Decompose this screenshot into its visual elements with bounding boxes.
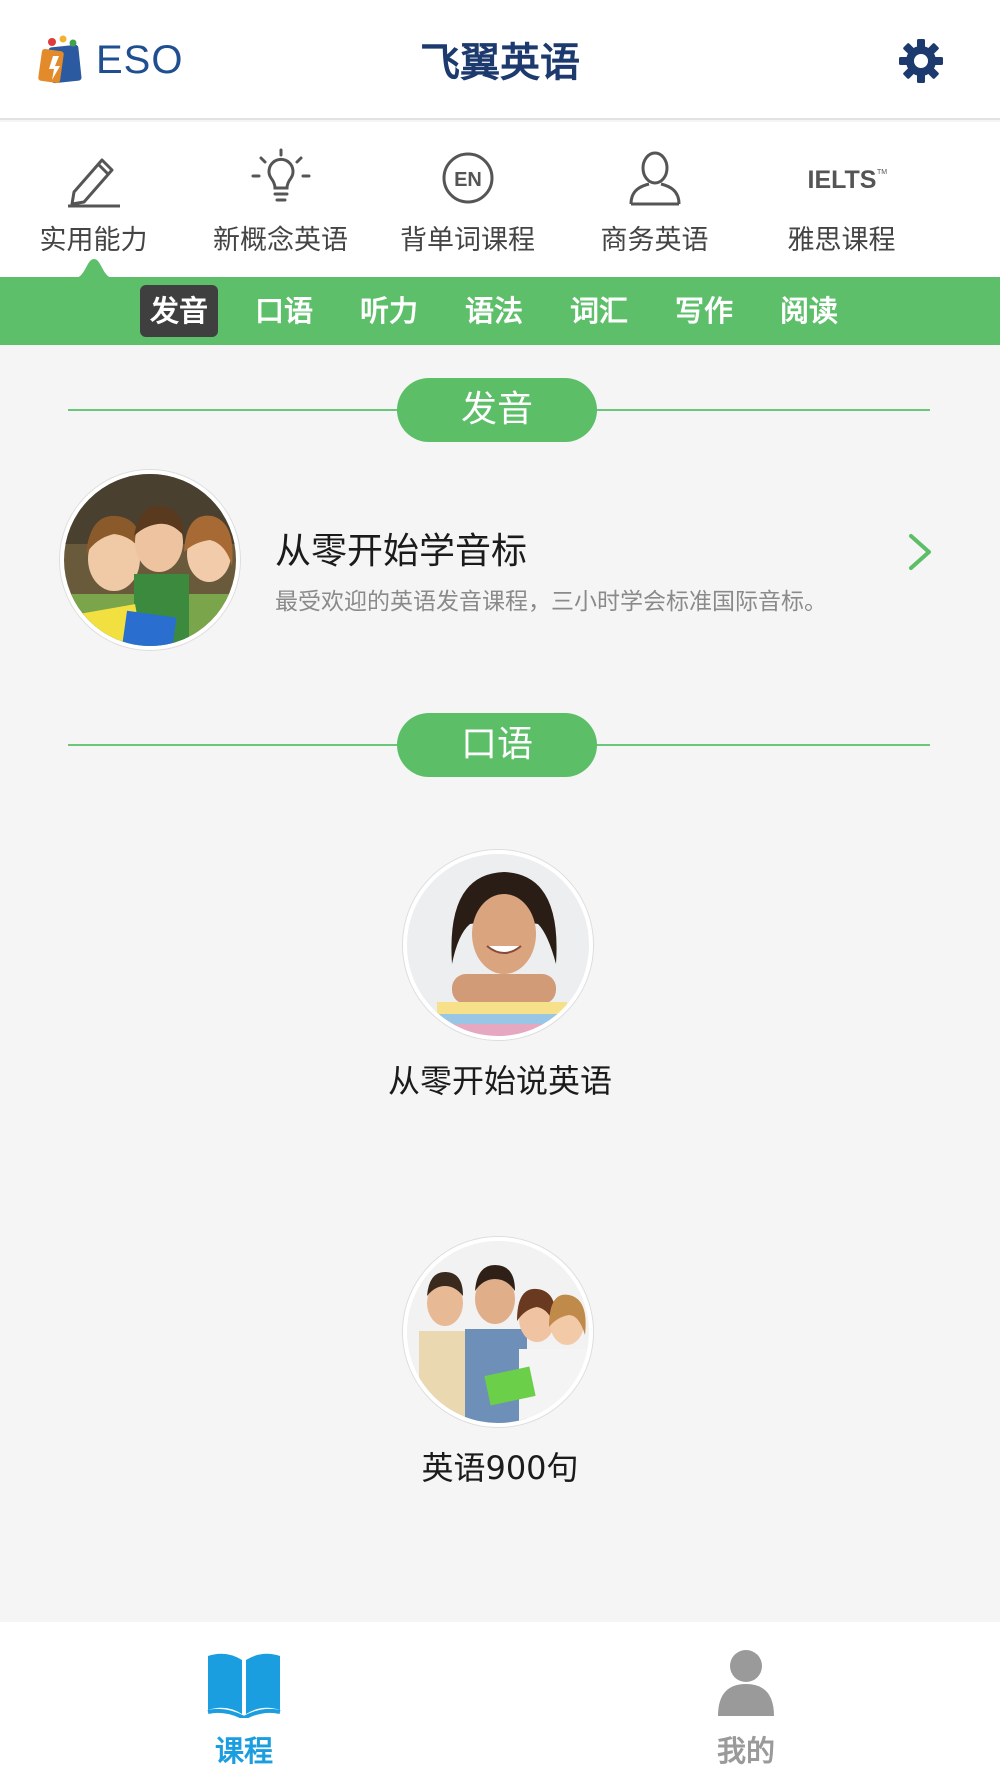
- tab-reading[interactable]: 阅读: [770, 285, 848, 337]
- category-new-concept[interactable]: 新概念英语: [187, 122, 374, 277]
- category-business[interactable]: 商务英语: [561, 122, 748, 277]
- svg-text:EN: EN: [454, 169, 482, 191]
- course-item-speak-from-zero[interactable]: 从零开始说英语: [0, 850, 1000, 1100]
- app-header: ESO 飞翼英语: [0, 0, 1000, 120]
- course-item-phonetics[interactable]: 从零开始学音标 最受欢迎的英语发音课程，三小时学会标准国际音标。: [0, 470, 1000, 650]
- course-item-english-900[interactable]: 英语900句: [0, 1237, 1000, 1487]
- category-label: 实用能力: [39, 225, 148, 256]
- category-practical[interactable]: 实用能力: [0, 122, 187, 277]
- pencil-icon: [67, 158, 120, 208]
- tab-pronunciation[interactable]: 发音: [140, 285, 219, 337]
- selected-category-indicator: [72, 259, 116, 279]
- category-label: 新概念英语: [213, 225, 348, 256]
- tab-listening[interactable]: 听力: [350, 285, 428, 337]
- category-label: 商务英语: [600, 225, 709, 256]
- course-thumbnail: [403, 850, 593, 1040]
- course-title: 英语900句: [421, 1449, 579, 1487]
- students-group-photo: [64, 474, 236, 646]
- svg-text:TM: TM: [877, 169, 887, 176]
- smiling-woman-with-books-photo: [407, 854, 589, 1036]
- nav-mine[interactable]: 我的: [646, 1622, 846, 1778]
- person-icon: [718, 1650, 774, 1716]
- open-book-icon: [207, 1653, 281, 1718]
- course-title: 从零开始学音标: [275, 531, 528, 572]
- nav-label: 课程: [214, 1734, 273, 1768]
- course-thumbnail: [403, 1237, 593, 1427]
- lightbulb-icon: [251, 148, 310, 202]
- category-vocabulary[interactable]: EN 背单词课程: [374, 122, 561, 277]
- category-bar: 实用能力 新概念英语 EN 背单词课程 商务英语 IELTS TM 雅思课程: [0, 122, 1000, 279]
- tab-vocabulary[interactable]: 词汇: [560, 285, 638, 337]
- section-header-speaking: 口语: [68, 713, 930, 777]
- section-title: 发音: [397, 378, 597, 442]
- category-label: 背单词课程: [400, 225, 535, 256]
- young-adults-group-photo: [407, 1241, 589, 1423]
- section-header-pronunciation: 发音: [68, 378, 930, 442]
- course-thumbnail: [60, 470, 240, 650]
- tab-grammar[interactable]: 语法: [455, 285, 533, 337]
- bottom-navigation: 课程 我的: [0, 1622, 1000, 1778]
- section-title: 口语: [397, 713, 597, 777]
- chevron-right-icon: [909, 534, 931, 570]
- subject-tab-bar: 发音 口语 听力 语法 词汇 写作 阅读: [0, 277, 1000, 345]
- user-outline-icon: [629, 151, 680, 206]
- category-ielts[interactable]: IELTS TM 雅思课程: [748, 122, 935, 277]
- ielts-logo-icon: IELTS TM: [807, 166, 887, 194]
- nav-courses[interactable]: 课程: [144, 1622, 344, 1778]
- category-label: 雅思课程: [787, 225, 896, 256]
- gear-icon[interactable]: [896, 36, 946, 86]
- course-title: 从零开始说英语: [387, 1062, 612, 1100]
- en-badge-icon: EN: [442, 152, 493, 204]
- page-title: 飞翼英语: [420, 40, 580, 86]
- tab-writing[interactable]: 写作: [665, 285, 743, 337]
- tab-speaking[interactable]: 口语: [245, 285, 323, 337]
- ielts-logo-text: IELTS: [807, 166, 876, 194]
- nav-label: 我的: [716, 1734, 775, 1768]
- course-description: 最受欢迎的英语发音课程，三小时学会标准国际音标。: [275, 589, 827, 615]
